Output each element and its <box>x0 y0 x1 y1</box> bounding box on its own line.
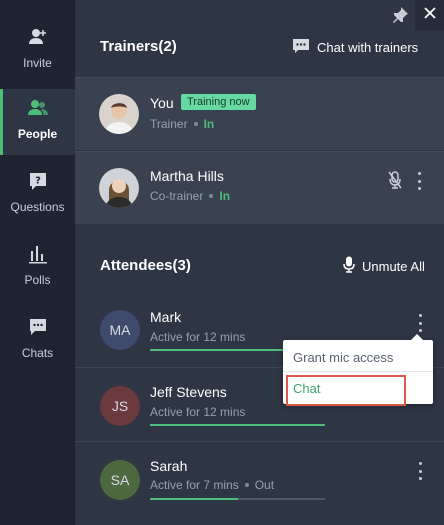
rail-item-label: Chats <box>21 346 54 360</box>
question-icon: ? <box>27 170 49 192</box>
people-panel: Trainers(2) Chat with trainers You Train… <box>75 0 444 525</box>
grant-mic-access-option[interactable]: Grant mic access <box>283 342 433 372</box>
trainer-role: Trainer <box>150 117 188 131</box>
trainer-meta: Co-trainer In <box>150 189 230 203</box>
trainer-name: You <box>150 95 174 111</box>
unmute-all-button[interactable]: Unmute All <box>343 256 425 276</box>
status-badge: Training now <box>181 94 256 110</box>
rail-item-questions[interactable]: ? Questions <box>0 162 75 228</box>
people-icon <box>27 97 49 119</box>
microphone-icon <box>343 256 355 276</box>
rail-item-invite[interactable]: Invite <box>0 18 75 84</box>
menu-divider <box>283 371 433 372</box>
chat-bubble-icon <box>27 316 49 338</box>
more-options-button[interactable] <box>415 462 425 480</box>
separator-dot <box>209 194 214 198</box>
attendee-activity: Active for 12 mins <box>150 330 246 344</box>
rail-item-chats[interactable]: Chats <box>0 308 75 374</box>
attendee-activity: Active for 12 mins <box>150 405 246 419</box>
svg-text:?: ? <box>35 176 41 187</box>
separator-dot <box>244 483 249 487</box>
attendee-name: Sarah <box>150 458 188 474</box>
chat-bubble-icon <box>292 38 310 57</box>
attendee-meta: Active for 12 mins <box>150 405 245 419</box>
rail-item-label: Invite <box>23 56 52 70</box>
trainer-meta: Trainer In <box>150 117 214 131</box>
avatar: SA <box>100 460 140 500</box>
chat-with-trainers-label: Chat with trainers <box>317 40 419 55</box>
attendee-activity: Active for 7 mins <box>150 478 239 492</box>
attendee-name: Jeff Stevens <box>150 384 227 400</box>
poll-icon <box>27 243 49 265</box>
presence-status: In <box>203 117 215 131</box>
attendee-meta: Active for 7 mins Out <box>150 478 274 492</box>
avatar: JS <box>100 386 140 426</box>
pin-icon[interactable] <box>391 6 409 24</box>
rail-item-label: People <box>17 127 58 141</box>
attendee-meta: Active for 12 mins <box>150 330 245 344</box>
add-user-icon <box>27 26 49 48</box>
trainer-row[interactable]: You Training now Trainer In <box>75 77 444 150</box>
more-options-button[interactable] <box>415 314 425 332</box>
activity-progress <box>150 424 325 426</box>
attendee-row[interactable]: SA Sarah Active for 7 mins Out <box>75 441 444 515</box>
attendee-name: Mark <box>150 309 182 325</box>
presence-status: Out <box>254 478 275 492</box>
close-button[interactable] <box>415 0 444 30</box>
trainer-role: Co-trainer <box>150 189 204 203</box>
separator-dot <box>193 122 198 126</box>
trainers-heading: Trainers(2) <box>100 38 177 55</box>
presence-status: In <box>219 189 231 203</box>
close-icon <box>423 6 436 24</box>
rail-item-label: Questions <box>10 200 65 214</box>
attendees-heading: Attendees(3) <box>100 257 191 274</box>
more-options-button[interactable] <box>414 172 424 190</box>
rail-item-label: Polls <box>24 273 51 287</box>
avatar <box>99 94 139 134</box>
avatar <box>99 168 139 208</box>
activity-progress <box>150 498 325 500</box>
unmute-all-label: Unmute All <box>362 258 425 274</box>
left-rail: Invite People ? Questions Polls Chats <box>0 0 75 525</box>
mic-muted-icon[interactable] <box>388 171 402 194</box>
rail-item-polls[interactable]: Polls <box>0 235 75 301</box>
chat-option[interactable]: Chat <box>283 373 433 406</box>
chat-with-trainers-button[interactable]: Chat with trainers <box>292 38 418 57</box>
avatar: MA <box>100 310 140 350</box>
trainer-row[interactable]: Martha Hills Co-trainer In <box>75 151 444 224</box>
trainer-name: Martha Hills <box>150 168 224 184</box>
rail-item-people[interactable]: People <box>0 89 75 155</box>
attendee-options-menu: Grant mic access Chat <box>283 334 433 406</box>
